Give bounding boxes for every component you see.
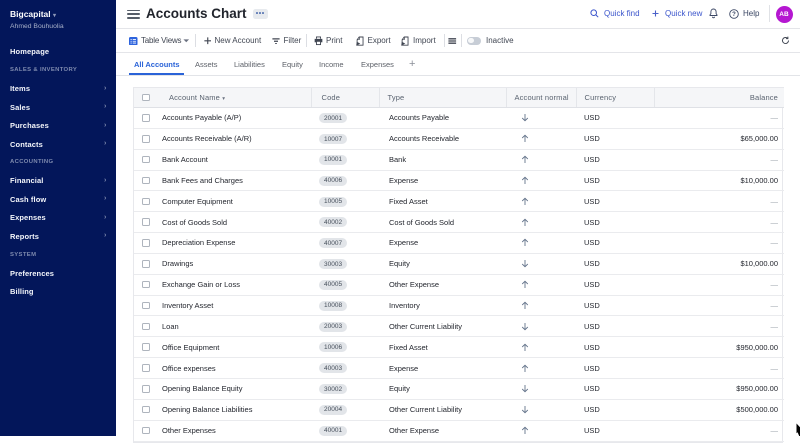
- svg-text:?: ?: [732, 12, 736, 18]
